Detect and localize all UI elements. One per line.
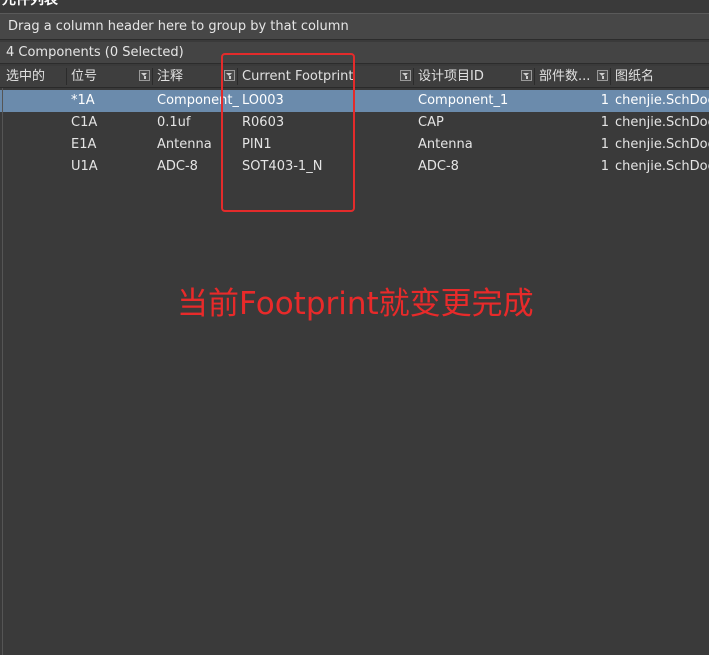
filter-icon[interactable]: [400, 70, 411, 81]
column-header-selected[interactable]: 选中的: [6, 66, 66, 87]
cell-selected: [6, 134, 66, 156]
cell-designator: *1A: [71, 93, 95, 108]
cell-comment: ADC-8: [157, 159, 198, 174]
cell-sheet-name: chenjie.SchDoc: [615, 159, 709, 174]
table-row[interactable]: U1A ADC-8 SOT403-1_N ADC-8 1 chenjie.Sch…: [0, 156, 709, 178]
cell-designator: U1A: [71, 159, 98, 174]
cell-current-footprint: PIN1: [242, 137, 272, 152]
filter-icon[interactable]: [597, 70, 608, 81]
table-row[interactable]: *1A Component_1 LO003 Component_1 1 chen…: [0, 90, 709, 112]
cell-part-count: 1: [600, 93, 609, 108]
cell-designator: C1A: [71, 115, 98, 130]
panel-title: 元件列表: [2, 0, 58, 8]
components-panel: 元件列表 Drag a column header here to group …: [0, 0, 709, 655]
cell-sheet-name: chenjie.SchDoc: [615, 137, 709, 152]
cell-sheet-name: chenjie.SchDoc: [615, 93, 709, 108]
column-separator[interactable]: [152, 68, 153, 85]
cell-design-item-id: Component_1: [418, 93, 509, 108]
annotation-text: 当前Footprint就变更完成: [177, 286, 534, 322]
cell-selected: [6, 112, 66, 134]
column-header-current-footprint[interactable]: Current Footprint: [242, 66, 397, 87]
column-header-part-count[interactable]: 部件数...: [539, 66, 595, 87]
components-grid[interactable]: *1A Component_1 LO003 Component_1 1 chen…: [0, 88, 709, 655]
column-header-row: 选中的 位号 注释 Current Footprint 设计项目ID 部件数..…: [0, 66, 709, 88]
cell-current-footprint: LO003: [242, 93, 284, 108]
cell-current-footprint: SOT403-1_N: [242, 159, 323, 174]
group-by-hint: Drag a column header here to group by th…: [8, 19, 349, 34]
cell-part-count: 1: [600, 159, 609, 174]
cell-part-count: 1: [600, 115, 609, 130]
column-separator[interactable]: [66, 68, 67, 85]
cell-comment: 0.1uf: [157, 115, 191, 130]
cell-design-item-id: Antenna: [418, 137, 473, 152]
cell-selected: [6, 156, 66, 178]
column-header-comment[interactable]: 注释: [157, 66, 221, 87]
filter-icon[interactable]: [521, 70, 532, 81]
cell-comment: Component_1: [157, 93, 239, 108]
cell-current-footprint: R0603: [242, 115, 285, 130]
filter-icon[interactable]: [139, 70, 150, 81]
column-separator[interactable]: [610, 68, 611, 85]
column-header-sheet-name[interactable]: 图纸名: [615, 66, 709, 87]
cell-comment: Antenna: [157, 137, 212, 152]
component-count-bar: 4 Components (0 Selected): [0, 42, 709, 64]
grid-left-border: [2, 88, 3, 655]
cell-sheet-name: chenjie.SchDoc: [615, 115, 709, 130]
cell-part-count: 1: [600, 137, 609, 152]
column-separator[interactable]: [413, 68, 414, 85]
group-by-bar[interactable]: Drag a column header here to group by th…: [0, 13, 709, 40]
filter-icon[interactable]: [224, 70, 235, 81]
column-header-design-item-id[interactable]: 设计项目ID: [418, 66, 518, 87]
table-row[interactable]: E1A Antenna PIN1 Antenna 1 chenjie.SchDo…: [0, 134, 709, 156]
cell-designator: E1A: [71, 137, 97, 152]
cell-selected: [6, 90, 66, 112]
column-separator[interactable]: [237, 68, 238, 85]
table-row[interactable]: C1A 0.1uf R0603 CAP 1 chenjie.SchDoc: [0, 112, 709, 134]
column-header-designator[interactable]: 位号: [71, 66, 133, 87]
component-count: 4 Components (0 Selected): [6, 45, 184, 60]
cell-design-item-id: CAP: [418, 115, 444, 130]
cell-design-item-id: ADC-8: [418, 159, 459, 174]
column-separator[interactable]: [534, 68, 535, 85]
